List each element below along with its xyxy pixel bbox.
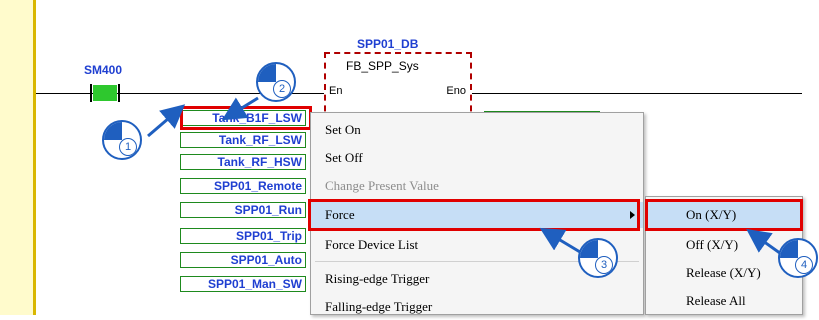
pointer-arrow-icon [147,104,186,138]
step-3-badge-icon: 3 [578,238,618,278]
step-1-badge-icon: 1 [102,120,142,160]
step-2-badge-icon: 2 [256,62,296,102]
pointer-arrow-icon [539,227,581,254]
step-4-badge-icon: 4 [778,238,818,278]
pointer-arrow-icon [221,96,259,121]
